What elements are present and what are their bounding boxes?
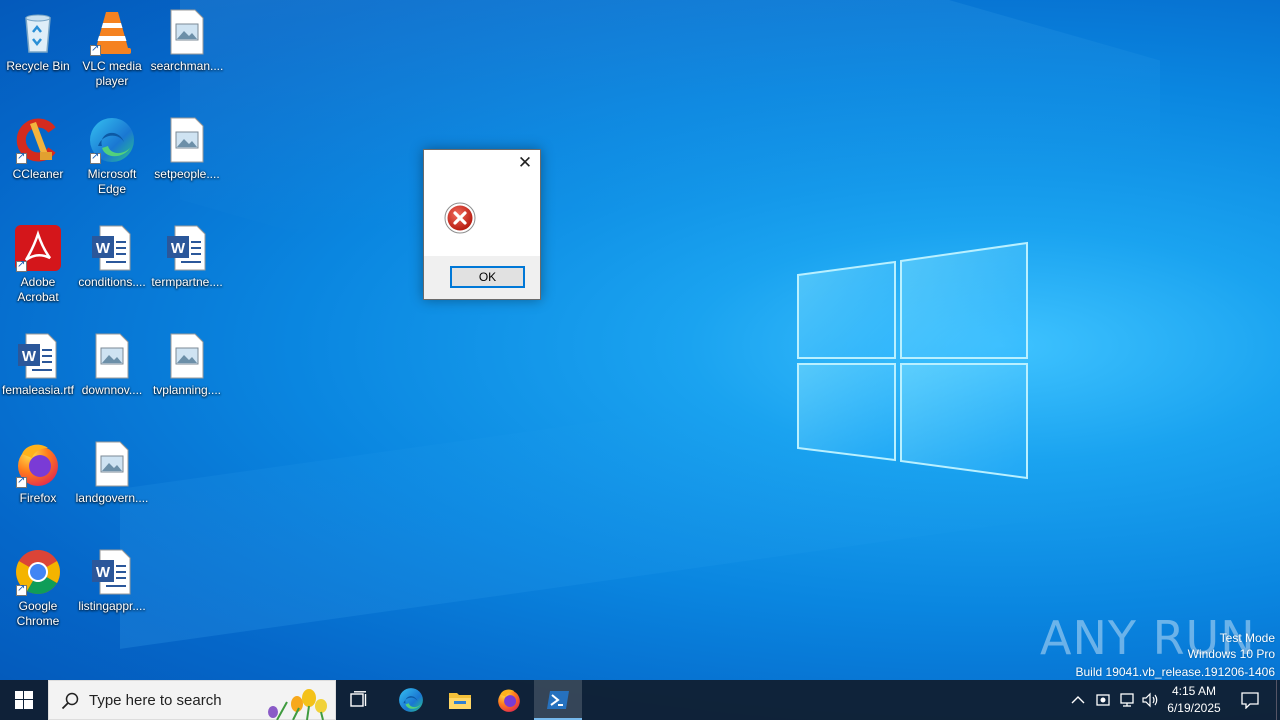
desktop-icon-microsoft-edge[interactable]: Microsoft Edge [74,116,150,197]
clock-button[interactable]: 4:15 AM 6/19/2025 [1164,680,1224,720]
desktop-icon-termpartne[interactable]: W termpartne.... [149,224,225,290]
search-highlight-flowers-icon [268,689,327,720]
acrobat-icon [14,224,62,272]
powershell-icon [547,691,569,709]
word-doc-icon: W [163,224,211,272]
action-center-button[interactable] [1230,680,1270,720]
taskbar-search-box[interactable]: Type here to search [48,680,336,720]
word-doc-icon: W [88,224,136,272]
desktop-icon-label: tvplanning.... [152,383,222,397]
build-text: Build 19041.vb_release.191206-1406 [1075,665,1276,679]
chrome-icon [14,548,62,596]
task-view-button[interactable] [336,680,384,720]
network-icon [1120,693,1134,707]
desktop-icon-adobe-acrobat[interactable]: Adobe Acrobat [0,224,76,305]
desktop-icon-label: setpeople.... [154,167,220,181]
test-mode-text: Test Mode [1219,631,1275,645]
image-file-icon [163,8,211,56]
taskbar-firefox[interactable] [484,680,534,720]
tray-security-button[interactable] [1092,680,1114,720]
taskbar: Type here to search 4:15 AM 6/19/2025 [0,680,1280,720]
search-placeholder: Type here to search [89,692,222,709]
desktop-icon-label: Firefox [19,491,57,505]
error-icon [444,202,476,234]
svg-text:W: W [22,348,37,365]
desktop-icon-label: CCleaner [12,167,64,181]
ok-button[interactable]: OK [450,266,525,288]
windows-edition-text: Windows 10 Pro [1187,647,1275,661]
tray-network-button[interactable] [1116,680,1138,720]
tray-app-icon [1096,694,1110,706]
notifications-icon [1241,692,1259,709]
firefox-icon [14,440,62,488]
taskbar-powershell[interactable] [534,680,582,720]
desktop-icon-label: Microsoft Edge [87,167,137,196]
desktop: Recycle Bin CCleaner Adobe Acrobat [0,0,1280,680]
taskbar-edge[interactable] [386,680,436,720]
desktop-icon-label: Adobe Acrobat [17,275,59,304]
image-file-icon [163,332,211,380]
desktop-icon-tvplanning[interactable]: tvplanning.... [149,332,225,398]
desktop-icon-label: downnov.... [81,383,143,397]
anyrun-watermark: ANY RUN Test Mode Windows 10 Pro Build 1… [960,605,1280,680]
desktop-icon-ccleaner[interactable]: CCleaner [0,116,76,182]
desktop-icon-conditions[interactable]: W conditions.... [74,224,150,290]
image-file-icon [163,116,211,164]
windows-start-icon [15,691,33,709]
clock-time: 4:15 AM [1171,684,1217,698]
ccleaner-icon [14,116,62,164]
search-icon [61,692,79,710]
desktop-icon-searchman[interactable]: searchman.... [149,8,225,74]
task-view-icon [350,691,367,707]
windows-logo-wallpaper [797,241,1028,480]
desktop-icon-label: Recycle Bin [6,59,70,73]
clock-date: 6/19/2025 [1167,701,1221,715]
svg-text:W: W [96,564,111,581]
close-icon[interactable]: ✕ [514,152,536,174]
word-doc-icon: W [88,548,136,596]
recycle-bin-icon [14,8,62,56]
desktop-icon-google-chrome[interactable]: Google Chrome [0,548,76,629]
desktop-icon-label: Google Chrome [16,599,60,628]
desktop-icon-setpeople[interactable]: setpeople.... [149,116,225,182]
desktop-icon-listingappr[interactable]: W listingappr.... [74,548,150,614]
svg-text:W: W [96,240,111,257]
chevron-up-icon [1071,696,1085,704]
dialog-button-bar: OK [424,256,540,299]
desktop-icon-femaleasia[interactable]: W femaleasia.rtf [0,332,76,398]
desktop-icon-vlc[interactable]: VLC media player [74,8,150,89]
firefox-icon [498,689,520,712]
volume-icon [1142,692,1158,708]
desktop-icon-recycle-bin[interactable]: Recycle Bin [0,8,76,74]
desktop-icon-label: landgovern.... [75,491,149,505]
image-file-icon [88,440,136,488]
show-desktop-button[interactable] [1276,680,1280,720]
edge-icon [399,688,423,712]
tray-volume-button[interactable] [1140,680,1162,720]
svg-text:W: W [171,240,186,257]
taskbar-file-explorer[interactable] [436,680,484,720]
desktop-icon-downnov[interactable]: downnov.... [74,332,150,398]
desktop-icon-label: VLC media player [82,59,142,88]
start-button[interactable] [0,680,48,720]
vlc-icon [88,8,136,56]
desktop-icon-label: termpartne.... [151,275,223,289]
file-explorer-icon [449,693,471,709]
word-doc-icon: W [14,332,62,380]
error-dialog: ✕ OK [423,149,541,300]
desktop-icon-label: listingappr.... [78,599,146,613]
desktop-icon-firefox[interactable]: Firefox [0,440,76,506]
edge-icon [88,116,136,164]
desktop-icon-landgovern[interactable]: landgovern.... [74,440,150,506]
desktop-icon-label: searchman.... [150,59,224,73]
show-hidden-icons-button[interactable] [1066,680,1090,720]
desktop-icon-label: femaleasia.rtf [1,383,75,397]
image-file-icon [88,332,136,380]
desktop-icon-label: conditions.... [78,275,146,289]
